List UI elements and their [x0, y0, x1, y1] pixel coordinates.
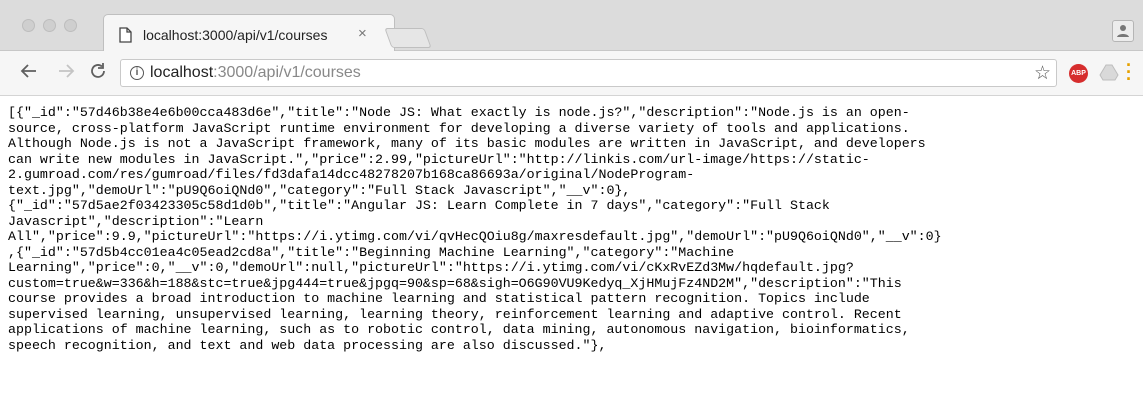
reload-icon	[91, 63, 105, 78]
close-window-icon[interactable]	[22, 19, 35, 32]
url-text[interactable]: localhost:3000/api/v1/courses	[150, 64, 361, 82]
document-icon	[119, 27, 132, 48]
kebab-menu-icon[interactable]: · · ·	[1126, 56, 1132, 88]
response-line: can write new modules in JavaScript.","p…	[8, 151, 870, 167]
response-line: Javascript","description":"Learn	[8, 213, 264, 229]
reload-button[interactable]	[89, 62, 107, 84]
json-response: [{"_id":"57d46b38e4e6b00cca483d6e","titl…	[8, 105, 1138, 353]
tab-close-icon[interactable]: ×	[358, 25, 367, 42]
response-line: speech recognition, and text and web dat…	[8, 337, 607, 353]
response-line: All","price":9.9,"pictureUrl":"https://i…	[8, 229, 942, 244]
response-line: Although Node.js is not a JavaScript fra…	[8, 136, 926, 151]
arrow-right-icon	[59, 64, 75, 78]
person-icon	[1117, 25, 1129, 37]
response-line: course provides a broad introduction to …	[8, 291, 870, 306]
response-line: source, cross-platform JavaScript runtim…	[8, 120, 910, 136]
response-line: [{"_id":"57d46b38e4e6b00cca483d6e","titl…	[8, 105, 910, 120]
tab-title: localhost:3000/api/v1/courses	[143, 27, 328, 43]
response-line: supervised learning, unsupervised learni…	[8, 306, 902, 322]
bookmark-star-icon[interactable]: ☆	[1034, 62, 1051, 85]
url-path: :3000/api/v1/courses	[213, 64, 361, 81]
arrow-left-icon	[20, 64, 36, 78]
zoom-window-icon[interactable]	[64, 19, 77, 32]
profile-button[interactable]	[1112, 20, 1134, 42]
back-button[interactable]	[20, 62, 38, 84]
response-line: text.jpg","demoUrl":"pU9Q6oiQNd0","categ…	[8, 182, 631, 198]
minimize-window-icon[interactable]	[43, 19, 56, 32]
url-host: localhost	[150, 64, 214, 81]
abp-icon[interactable]: ABP	[1069, 64, 1088, 83]
response-line: applications of machine learning, such a…	[8, 322, 910, 337]
response-line: Learning","price":0,"__v":0,"demoUrl":nu…	[8, 260, 854, 275]
response-line: custom=true&w=336&h=188&stc=true&jpg444=…	[8, 275, 902, 291]
forward-button[interactable]	[57, 62, 75, 84]
info-icon[interactable]: i	[130, 66, 144, 80]
new-tab-button[interactable]	[384, 28, 432, 48]
response-line: {"_id":"57d5ae2f03423305c58d1d0b","title…	[8, 198, 830, 213]
drive-icon[interactable]	[1099, 64, 1119, 87]
response-line: 2.gumroad.com/res/gumroad/files/fd3dafa1…	[8, 167, 695, 182]
response-line: ,{"_id":"57d5b4cc01ea4c05ead2cd8a","titl…	[8, 244, 735, 260]
